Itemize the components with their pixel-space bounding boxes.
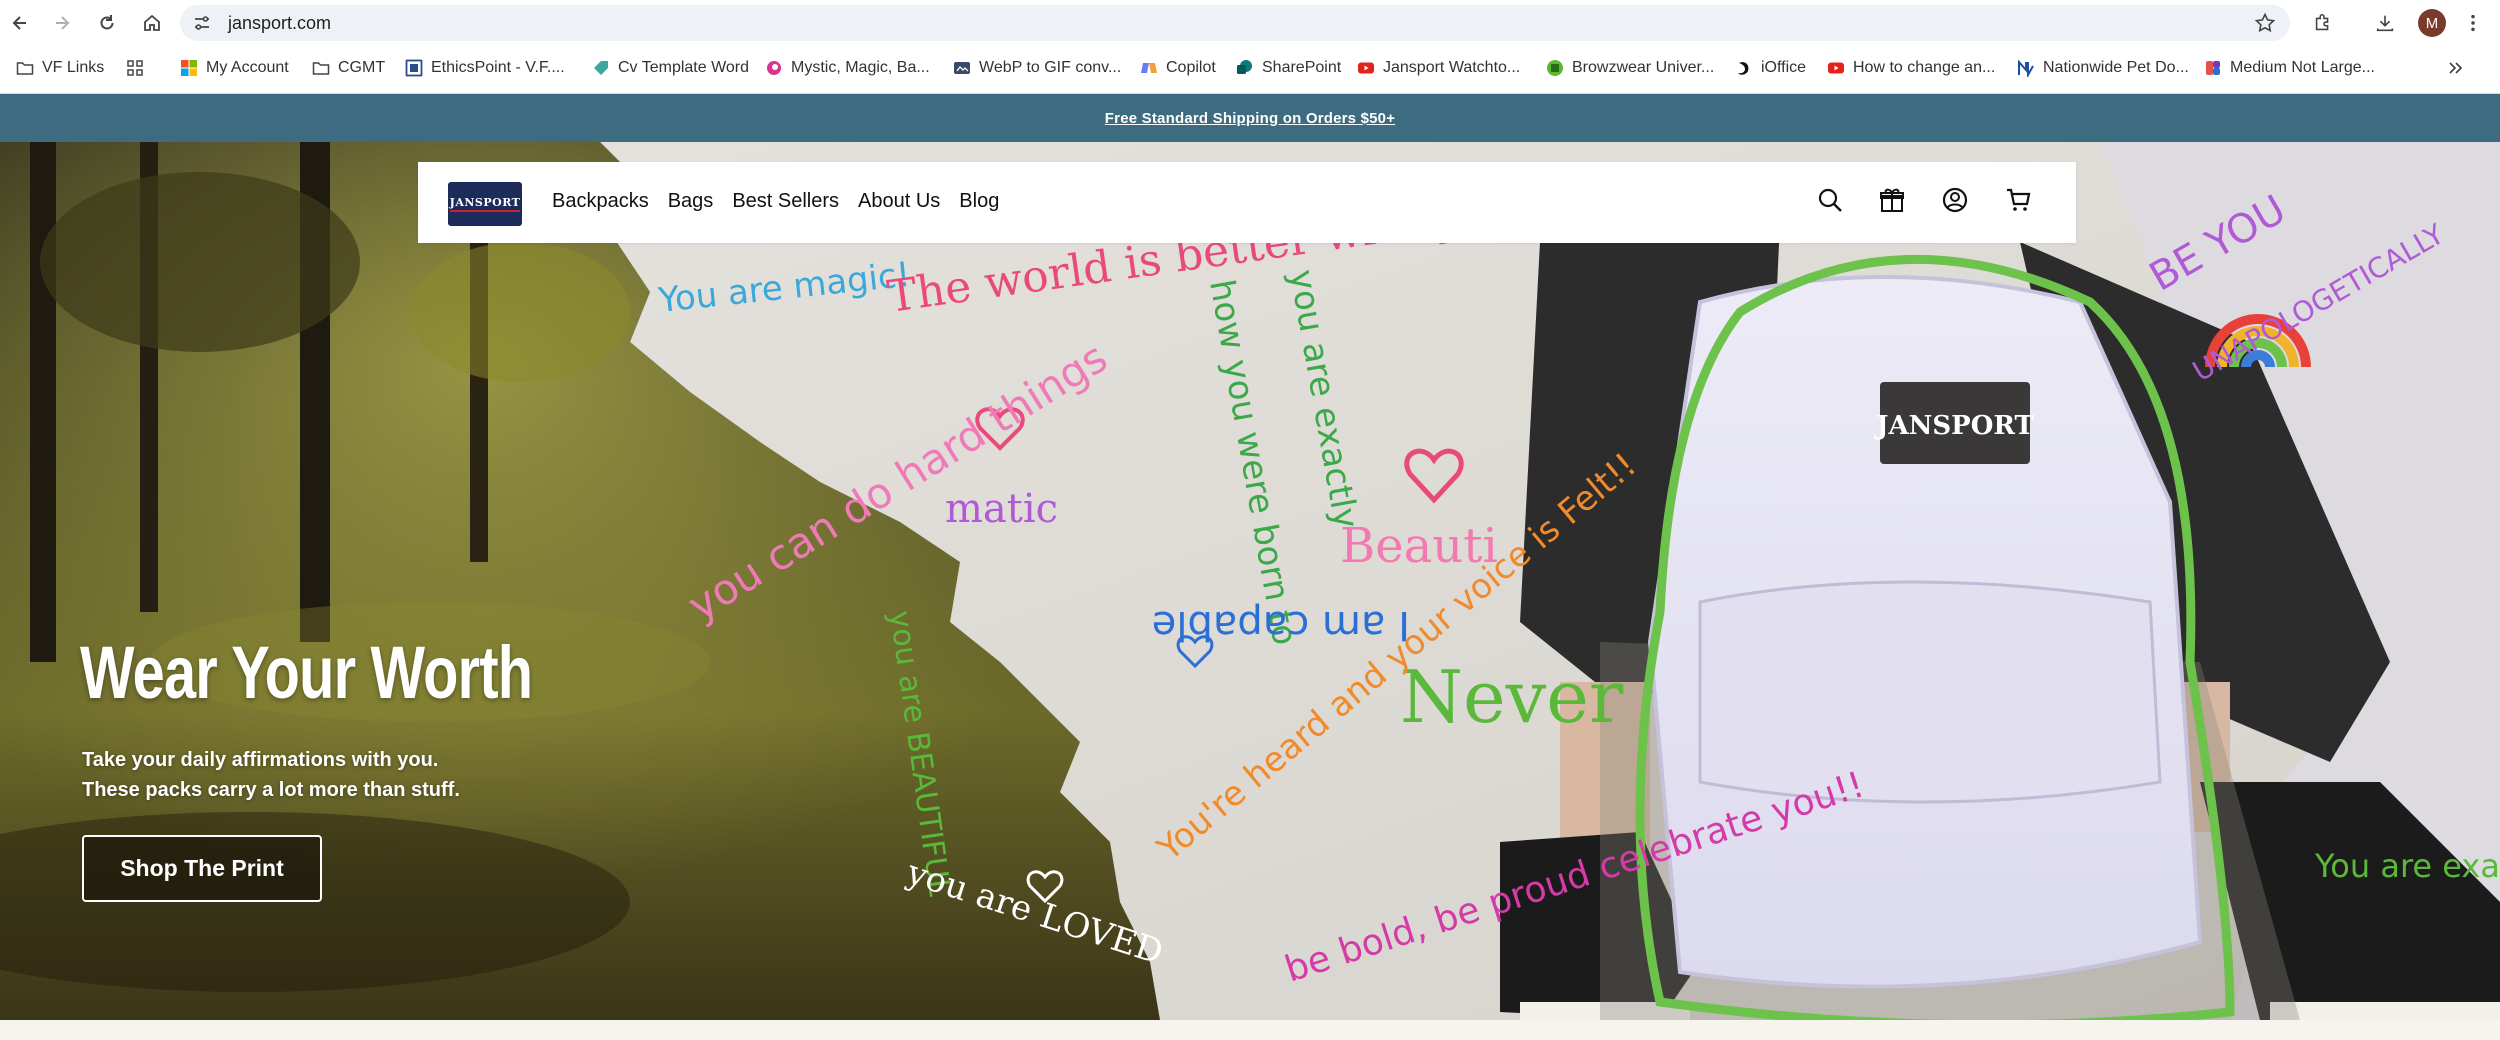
bookmark-apps[interactable] [126,56,152,80]
downloads-icon[interactable] [2372,10,2398,36]
nav-best-sellers[interactable]: Best Sellers [732,190,839,213]
converter-icon [954,62,970,74]
affirmation-text: I am capable [1152,602,1410,648]
profile-avatar[interactable]: M [2418,9,2446,37]
sharepoint-icon [1237,60,1252,74]
bookmark-jansport-watch[interactable]: Jansport Watchto... [1357,56,1520,80]
bookmark-ethicspoint[interactable]: EthicsPoint - V.F.... [405,56,565,80]
affirmation-text: matic [945,486,1058,532]
folder-icon [312,62,330,75]
bookmark-how-to-change[interactable]: How to change an... [1827,56,1995,80]
bookmark-my-account[interactable]: My Account [180,56,289,80]
bookmark-label: Cv Template Word [618,59,750,76]
extensions-icon[interactable] [2310,10,2336,36]
hero-image: You are magic! The world is better with … [0,142,2500,1020]
bookmarks-overflow-icon[interactable] [2446,56,2464,80]
site-settings-icon[interactable] [192,13,212,33]
address-bar[interactable]: jansport.com [180,5,2290,41]
microsoft-icon [181,60,197,76]
bookmark-label: Copilot [1166,59,1216,76]
bookmark-cgmt[interactable]: CGMT [312,56,385,80]
bookmark-copilot[interactable]: Copilot [1140,56,1216,80]
bookmark-mystic[interactable]: Mystic, Magic, Ba... [765,56,930,80]
shop-the-print-button[interactable]: Shop The Print [82,835,322,902]
bookmark-label: Medium Not Large... [2230,59,2375,76]
main-nav: Backpacks Bags Best Sellers About Us Blo… [552,190,1018,213]
hero-subtitle-line: These packs carry a lot more than stuff. [82,779,460,801]
nav-blog[interactable]: Blog [959,190,999,213]
bookmark-browzwear[interactable]: Browzwear Univer... [1546,56,1714,80]
hero-banner: You are magic! The world is better with … [0,142,2500,1020]
backpack-logo-text: JANSPORT [1874,411,2034,441]
bookmark-label: WebP to GIF conv... [979,59,1122,76]
folder-icon [16,62,34,75]
hero-subtitle: Take your daily affirmations with you. T… [82,745,460,805]
hero-subtitle-line: Take your daily affirmations with you. [82,749,439,771]
home-icon[interactable] [136,7,168,39]
bookmarks-bar: VF Links My Account CGMT EthicsPoint - V… [0,50,2500,128]
account-icon[interactable] [1939,184,1971,216]
bookmark-label: SharePoint [1262,59,1342,76]
youtube-icon [1358,62,1374,74]
page-below-hero [0,1020,2500,1040]
nav-bags[interactable]: Bags [668,190,714,213]
affirmation-text: Never [1400,655,1624,739]
bookmark-star-icon[interactable] [2254,12,2276,34]
nationwide-icon [2018,59,2034,77]
logo-text: JANSPORT [449,196,521,212]
jansport-logo[interactable]: JANSPORT [448,182,522,226]
search-icon[interactable] [1814,184,1846,216]
ioffice-icon [1738,62,1749,75]
site-header: JANSPORT Backpacks Bags Best Sellers Abo… [418,162,2076,243]
bookmark-ioffice[interactable]: iOffice [1735,56,1806,80]
ethicspoint-icon [405,59,423,77]
menu-kebab-icon[interactable] [2460,10,2486,36]
tag-icon [594,61,608,75]
bookmark-sharepoint[interactable]: SharePoint [1236,56,1341,80]
browser-toolbar: jansport.com M [0,0,2500,46]
url-text[interactable]: jansport.com [228,13,331,34]
bookmark-vf-links[interactable]: VF Links [16,56,104,80]
nav-backpacks[interactable]: Backpacks [552,190,649,213]
bookmark-label: Browzwear Univer... [1572,59,1715,76]
copilot-icon [1141,63,1157,73]
browzwear-icon [1547,60,1563,76]
hero-title: Wear Your Worth [80,631,533,714]
bookmark-label: How to change an... [1853,59,1996,76]
forward-icon[interactable] [46,7,78,39]
bookmark-label: CGMT [338,59,386,76]
bookmark-cv-template[interactable]: Cv Template Word [592,56,749,80]
bookmark-label: iOffice [1761,59,1807,76]
nav-about-us[interactable]: About Us [858,190,940,213]
youtube-icon [1828,62,1844,74]
bookmark-label: VF Links [42,59,105,76]
cart-icon[interactable] [2002,184,2034,216]
free-shipping-link[interactable]: Free Standard Shipping on Orders $50+ [1105,110,1395,127]
reload-icon[interactable] [91,7,123,39]
swirl-icon [767,61,781,75]
bookmark-medium[interactable]: Medium Not Large... [2204,56,2375,80]
bookmark-label: Mystic, Magic, Ba... [791,59,930,76]
gift-icon[interactable] [1876,184,1908,216]
apps-grid-icon [127,60,143,76]
announcement-bar: Free Standard Shipping on Orders $50+ [0,94,2500,142]
back-icon[interactable] [4,7,36,39]
affirmation-text: You are exactly [2314,847,2500,885]
browser-chrome: jansport.com M VF Links My Account CGMT [0,0,2500,128]
medium-icon [2206,61,2220,75]
bookmark-nationwide[interactable]: Nationwide Pet Do... [2017,56,2189,80]
bookmark-label: Nationwide Pet Do... [2043,59,2189,76]
bookmark-label: EthicsPoint - V.F.... [431,59,565,76]
bookmark-label: My Account [206,59,289,76]
bookmark-label: Jansport Watchto... [1383,59,1521,76]
bookmark-webp-gif[interactable]: WebP to GIF conv... [953,56,1121,80]
